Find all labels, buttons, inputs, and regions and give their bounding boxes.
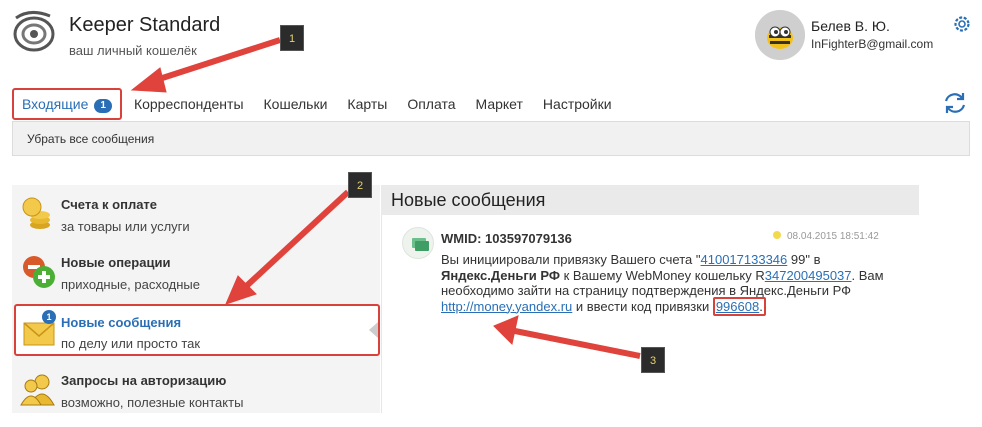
panel-title: Новые сообщения xyxy=(381,185,919,215)
message-text: и ввести код привязки xyxy=(572,298,713,314)
sidebar-item-title: Новые сообщения xyxy=(61,315,182,330)
sidebar-item-subtitle: приходные, расходные xyxy=(61,277,200,292)
avatar[interactable] xyxy=(755,10,805,60)
user-email: InFighterB@gmail.com xyxy=(811,37,934,51)
message-date-text: 08.04.2015 18:51:42 xyxy=(787,231,879,242)
tab-settings[interactable]: Настройки xyxy=(533,90,622,118)
message-sender-icon xyxy=(402,227,434,259)
coins-icon xyxy=(22,197,50,229)
annotation-marker-2: 2 xyxy=(348,172,372,198)
sidebar-item-auth-requests[interactable]: Запросы на авторизацию возможно, полезны… xyxy=(12,361,380,419)
yandex-money-link[interactable]: http://money.yandex.ru xyxy=(441,299,572,314)
clear-all-messages-link[interactable]: Убрать все сообщения xyxy=(27,132,154,146)
message-text: Вы инициировали привязку Вашего счета " xyxy=(441,252,701,267)
users-icon xyxy=(20,374,55,406)
sidebar-item-invoices[interactable]: Счета к оплате за товары или услуги xyxy=(12,185,380,243)
tab-correspondents[interactable]: Корреспонденты xyxy=(124,90,254,118)
annotation-marker-3: 3 xyxy=(641,347,665,373)
tab-inbox[interactable]: Входящие 1 xyxy=(12,88,122,120)
tab-cards[interactable]: Карты xyxy=(337,90,397,118)
wallet-link[interactable]: 347200495037 xyxy=(765,268,852,283)
message-body: Вы инициировали привязку Вашего счета "4… xyxy=(441,252,901,316)
inbox-count-badge: 1 xyxy=(94,99,112,113)
tab-payment[interactable]: Оплата xyxy=(397,90,465,118)
tab-market[interactable]: Маркет xyxy=(466,90,533,118)
binding-code-highlight: 996608. xyxy=(712,296,766,316)
annotation-marker-1: 1 xyxy=(280,25,304,51)
messages-count-badge: 1 xyxy=(42,310,56,324)
brand-subtitle: ваш личный кошелёк xyxy=(69,43,197,58)
sidebar-item-title: Новые операции xyxy=(61,255,171,270)
sidebar-item-subtitle: по делу или просто так xyxy=(61,336,201,351)
sidebar: Счета к оплате за товары или услуги Новы… xyxy=(12,185,380,413)
user-profile[interactable]: Белев В. Ю. InFighterB@gmail.com xyxy=(755,10,975,62)
gear-icon[interactable] xyxy=(952,14,972,34)
refresh-icon[interactable] xyxy=(942,90,968,116)
main-nav: Входящие 1 Корреспонденты Кошельки Карты … xyxy=(12,88,622,120)
message-date: 08.04.2015 18:51:42 xyxy=(773,231,879,242)
tab-wallets[interactable]: Кошельки xyxy=(254,90,338,118)
account-link[interactable]: 410017133346 xyxy=(701,252,788,267)
sidebar-item-messages[interactable]: 1 Новые сообщения по делу или просто так xyxy=(14,304,380,356)
sidebar-item-subtitle: за товары или услуги xyxy=(61,219,190,234)
binding-code[interactable]: 996608 xyxy=(716,299,759,314)
card-icon xyxy=(412,238,429,251)
message-text: к Вашему WebMoney кошельку R xyxy=(559,267,765,283)
user-name: Белев В. Ю. xyxy=(811,18,890,34)
bee-avatar-icon xyxy=(755,10,805,60)
message-sender: WMID: 103597079136 xyxy=(441,231,572,246)
sidebar-item-subtitle: возможно, полезные контакты xyxy=(61,395,244,410)
sidebar-item-title: Запросы на авторизацию xyxy=(61,373,227,388)
sidebar-item-operations[interactable]: Новые операции приходные, расходные xyxy=(12,243,380,301)
sidebar-item-title: Счета к оплате xyxy=(61,197,158,212)
message-text: 99" в xyxy=(787,252,821,267)
active-item-pointer xyxy=(369,322,378,338)
tab-inbox-label: Входящие xyxy=(22,96,89,112)
inbox-actions-bar: Убрать все сообщения xyxy=(12,121,970,156)
brand-title: Keeper Standard xyxy=(69,14,221,36)
unread-dot-icon xyxy=(773,231,781,239)
plus-operation-icon xyxy=(23,256,55,288)
service-name: Яндекс.Деньги РФ xyxy=(441,267,560,283)
keeper-logo-icon xyxy=(13,11,55,52)
